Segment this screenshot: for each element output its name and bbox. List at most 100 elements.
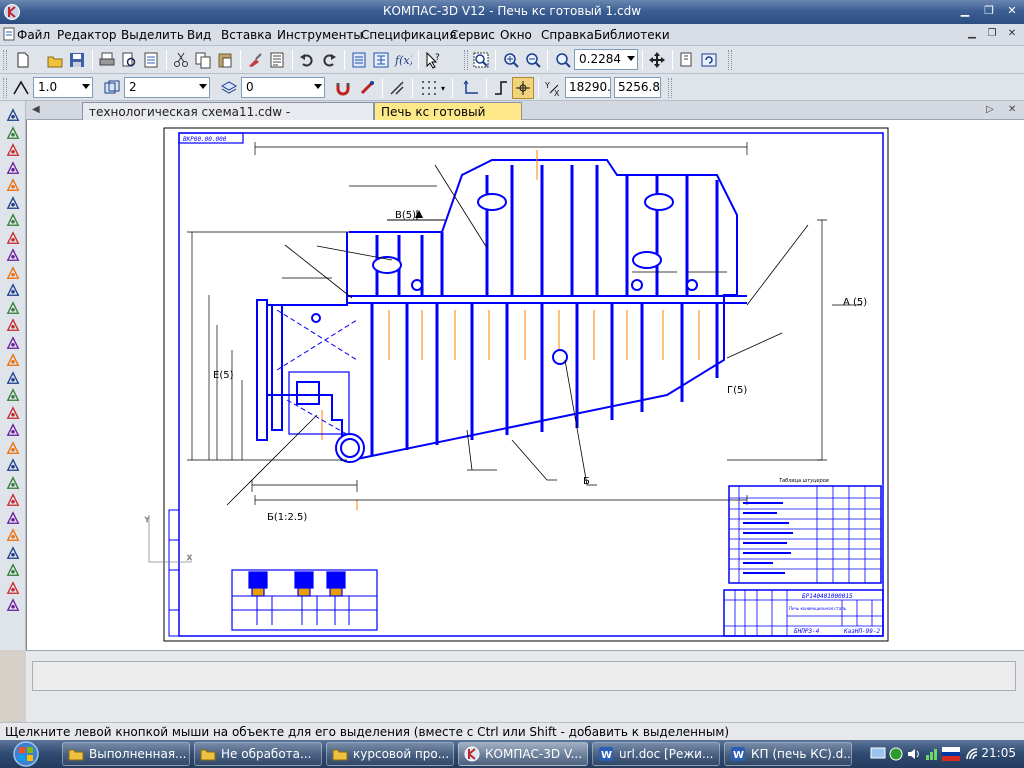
undo-icon[interactable] — [296, 49, 318, 71]
snap-magnet-icon[interactable] — [332, 77, 354, 99]
task-kp-doc[interactable]: W КП (печь КС).d... — [724, 742, 852, 766]
deform-icon[interactable] — [4, 527, 22, 543]
print-preview-icon[interactable] — [118, 49, 140, 71]
wireless-icon[interactable] — [964, 746, 980, 762]
zoom-in-icon[interactable] — [500, 49, 522, 71]
cursor-snap-icon[interactable] — [512, 77, 534, 99]
zoom-combo[interactable]: 0.2284 — [574, 49, 638, 70]
doc-minimize-button[interactable]: ▁ — [965, 28, 979, 41]
menu-view[interactable]: Вид — [187, 28, 211, 42]
minimize-button[interactable]: ▁ — [954, 3, 976, 20]
ortho-mode-icon[interactable] — [490, 77, 512, 99]
toolbar-grip[interactable] — [3, 78, 7, 98]
tab-technological-scheme[interactable]: технологическая схема11.cdw ->Системный … — [82, 102, 374, 133]
document-system-icon[interactable] — [2, 27, 16, 41]
layers-icon[interactable] — [4, 335, 22, 351]
symmetry-icon[interactable] — [4, 440, 22, 456]
open-folder-icon[interactable] — [44, 49, 66, 71]
spec-icon[interactable] — [4, 247, 22, 263]
menu-edit[interactable]: Редактор — [57, 28, 116, 42]
notation-icon[interactable] — [4, 142, 22, 158]
rebuild-icon[interactable] — [676, 49, 698, 71]
tab-scroll-right-icon[interactable]: ▷ — [986, 104, 994, 115]
rotate-icon[interactable] — [4, 370, 22, 386]
split-icon[interactable] — [4, 545, 22, 561]
menu-select[interactable]: Выделить — [121, 28, 184, 42]
menu-tools[interactable]: Инструменты — [277, 28, 363, 42]
task-kompas[interactable]: КОМПАС-3D V... — [458, 742, 588, 766]
language-flag-icon[interactable] — [942, 747, 960, 761]
standard-parts-icon[interactable] — [4, 317, 22, 333]
editing-icon[interactable] — [4, 160, 22, 176]
close-button[interactable]: ✕ — [1001, 3, 1023, 20]
line-style-combo[interactable]: 1.0 — [33, 77, 93, 98]
task-course-project-folder[interactable]: курсовой про... — [326, 742, 454, 766]
reports-icon[interactable] — [4, 265, 22, 281]
cursor-coords-icon[interactable]: YX — [542, 77, 564, 99]
delete-icon[interactable] — [4, 562, 22, 578]
step-combo[interactable]: 2 — [124, 77, 210, 98]
insert-fragment-icon[interactable] — [4, 282, 22, 298]
menu-file[interactable]: Файл — [17, 28, 50, 42]
parametrization-icon[interactable] — [4, 177, 22, 193]
clock[interactable]: 21:05 — [981, 746, 1016, 760]
tab-scroll-left-icon[interactable]: ◀ — [32, 104, 40, 115]
variables-icon[interactable] — [370, 49, 392, 71]
menu-service[interactable]: Сервис — [450, 28, 495, 42]
dimensions-icon[interactable] — [4, 125, 22, 141]
pan-move-icon[interactable] — [646, 49, 668, 71]
paste-icon[interactable] — [214, 49, 236, 71]
maximize-button[interactable]: ❐ — [978, 3, 1000, 20]
layers-icon[interactable] — [348, 49, 370, 71]
start-button[interactable] — [4, 741, 48, 767]
menu-window[interactable]: Окно — [500, 28, 532, 42]
cursor-y-field[interactable]: 5256.89 — [614, 77, 661, 98]
menu-specification[interactable]: Спецификация — [361, 28, 456, 42]
task-unprocessed-folder[interactable]: Не обработа... — [194, 742, 322, 766]
line-style-icon[interactable] — [10, 77, 32, 99]
properties-icon[interactable] — [4, 352, 22, 368]
zoom-scale-icon[interactable] — [552, 49, 574, 71]
copy-icon[interactable] — [192, 49, 214, 71]
macro-icon[interactable] — [4, 580, 22, 596]
layer-icon[interactable] — [218, 77, 240, 99]
properties-icon[interactable] — [140, 49, 162, 71]
ortho-icon[interactable] — [386, 77, 408, 99]
hatch-icon[interactable] — [4, 457, 22, 473]
drawing-canvas[interactable]: ВКР00.00.000 В(5) А (5) Е(5) Г(5) Б(1:2.… — [26, 120, 1024, 650]
scale-icon[interactable] — [4, 422, 22, 438]
volume-icon[interactable] — [906, 746, 922, 762]
trim-icon[interactable] — [4, 475, 22, 491]
toolbar-grip[interactable] — [728, 50, 732, 70]
fragment-library-icon[interactable] — [4, 300, 22, 316]
break-icon[interactable] — [4, 510, 22, 526]
format-brush-icon[interactable] — [244, 49, 266, 71]
tab-kiln-drawing[interactable]: Печь кс готовый 1.cdw — [374, 102, 522, 133]
task-completed-folder[interactable]: Выполненная... — [62, 742, 190, 766]
print-icon[interactable] — [96, 49, 118, 71]
doc-close-button[interactable]: ✕ — [1005, 28, 1019, 41]
extend-icon[interactable] — [4, 492, 22, 508]
help-pointer-icon[interactable]: ? — [422, 49, 444, 71]
new-document-icon[interactable] — [12, 49, 34, 71]
local-snap-icon[interactable] — [356, 77, 378, 99]
network-icon[interactable] — [924, 746, 940, 762]
green-status-icon[interactable] — [888, 746, 904, 762]
menu-libraries[interactable]: Библиотеки — [594, 28, 670, 42]
refresh-icon[interactable] — [698, 49, 720, 71]
display-icon[interactable] — [870, 746, 886, 762]
properties-panel-field[interactable] — [32, 661, 1016, 691]
layer-combo[interactable]: 0 — [241, 77, 325, 98]
view-manager-icon[interactable] — [4, 597, 22, 613]
zoom-out-icon[interactable] — [522, 49, 544, 71]
associative-view-icon[interactable] — [4, 230, 22, 246]
function-fx-icon[interactable]: f(x) — [392, 49, 414, 71]
save-icon[interactable] — [66, 49, 88, 71]
cut-icon[interactable] — [170, 49, 192, 71]
mirror-icon[interactable] — [4, 405, 22, 421]
toolbar-grip[interactable] — [464, 50, 468, 70]
toolbar-grip[interactable] — [668, 78, 672, 98]
select-icon[interactable] — [4, 212, 22, 228]
grid-icon[interactable] — [418, 77, 440, 99]
menu-insert[interactable]: Вставка — [221, 28, 272, 42]
